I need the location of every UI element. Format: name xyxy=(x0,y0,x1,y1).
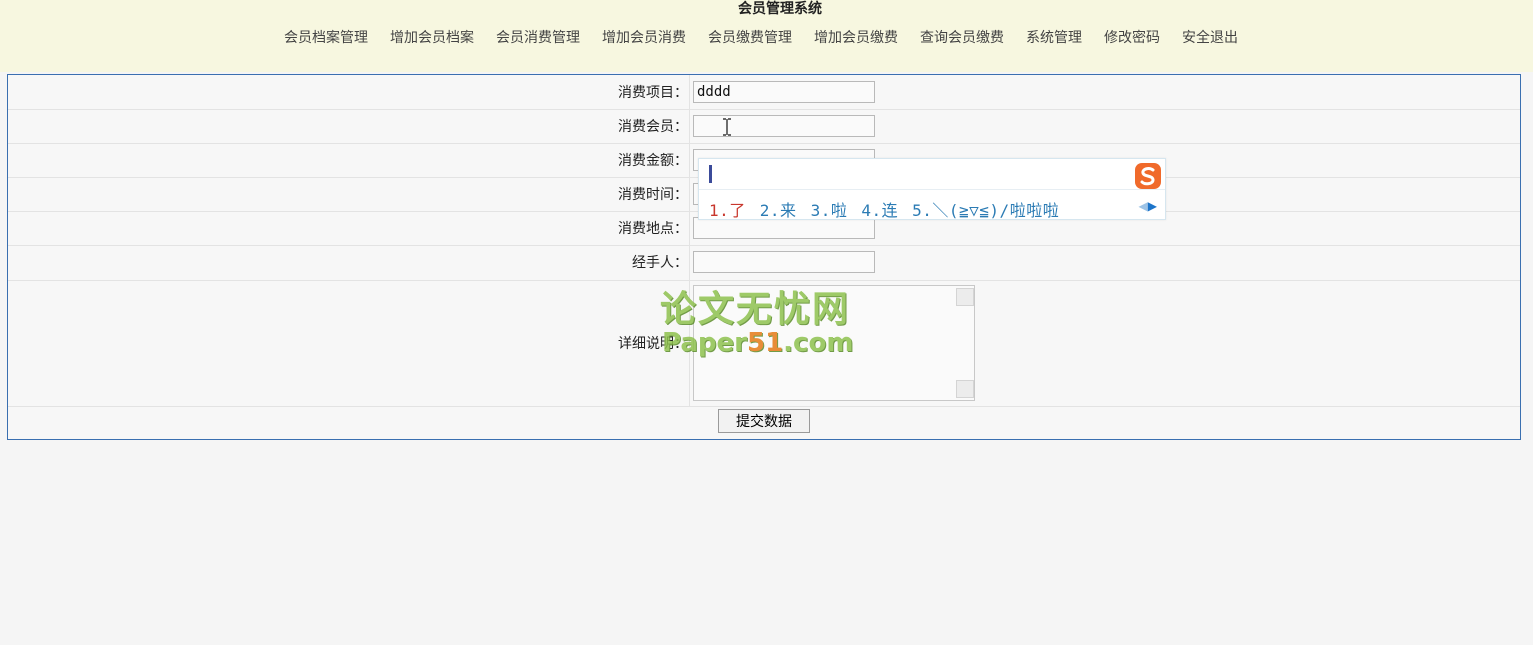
nav-add-member-record[interactable]: 增加会员档案 xyxy=(390,28,474,48)
form-row-item: 消费项目： dddd xyxy=(8,75,1520,110)
ime-caret xyxy=(709,165,712,183)
consumption-form: 消费项目： dddd 消费会员： 消费金额： 消费时间： 消费地点： 经手人： … xyxy=(7,74,1521,440)
field-label-member: 消费会员： xyxy=(618,119,688,135)
field-label-handler: 经手人： xyxy=(632,255,688,271)
app-title: 会员管理系统 xyxy=(738,1,822,17)
ime-candidate-window: 1.了 2.来 3.啦 4.连 5.＼(≧▽≦)/啦啦啦 ◀▶ xyxy=(698,158,1166,220)
sogou-logo-icon xyxy=(1135,163,1161,189)
ime-divider xyxy=(699,189,1165,190)
field-label-time: 消费时间： xyxy=(618,187,688,203)
nav-query-member-payment[interactable]: 查询会员缴费 xyxy=(920,28,1004,48)
nav-member-records[interactable]: 会员档案管理 xyxy=(284,28,368,48)
detail-textarea[interactable] xyxy=(693,285,975,401)
ime-candidate-2[interactable]: 2.来 xyxy=(760,201,797,220)
field-label-detail: 详细说明： xyxy=(618,336,688,352)
submit-button[interactable]: 提交数据 xyxy=(718,409,810,433)
ime-candidate-3[interactable]: 3.啦 xyxy=(811,201,848,220)
nav-member-payment[interactable]: 会员缴费管理 xyxy=(708,28,792,48)
nav-logout[interactable]: 安全退出 xyxy=(1182,28,1238,48)
form-row-handler: 经手人： xyxy=(8,245,1520,281)
ime-next-icon[interactable]: ▶ xyxy=(1148,199,1157,213)
main-nav: 会员档案管理 增加会员档案 会员消费管理 增加会员消费 会员缴费管理 增加会员缴… xyxy=(284,28,1260,48)
field-label-item: 消费项目： xyxy=(618,85,688,101)
ime-prev-icon[interactable]: ◀ xyxy=(1139,199,1148,213)
scroll-up-button[interactable] xyxy=(956,288,974,306)
handler-input[interactable] xyxy=(693,251,875,273)
field-label-amount: 消费金额： xyxy=(618,153,688,169)
field-label-location: 消费地点： xyxy=(618,221,688,237)
item-input[interactable]: dddd xyxy=(693,81,875,103)
nav-add-member-consumption[interactable]: 增加会员消费 xyxy=(602,28,686,48)
nav-change-password[interactable]: 修改密码 xyxy=(1104,28,1160,48)
text-cursor-icon xyxy=(723,118,731,136)
ime-candidates: 1.了 2.来 3.啦 4.连 5.＼(≧▽≦)/啦啦啦 xyxy=(709,197,1073,221)
ime-candidate-5[interactable]: 5.＼(≧▽≦)/啦啦啦 xyxy=(912,201,1059,220)
scroll-down-button[interactable] xyxy=(956,380,974,398)
ime-page-arrows[interactable]: ◀▶ xyxy=(1139,199,1157,213)
nav-add-member-payment[interactable]: 增加会员缴费 xyxy=(814,28,898,48)
nav-system-management[interactable]: 系统管理 xyxy=(1026,28,1082,48)
header: 会员管理系统 会员档案管理 增加会员档案 会员消费管理 增加会员消费 会员缴费管… xyxy=(0,0,1533,72)
member-input[interactable] xyxy=(693,115,875,137)
ime-candidate-1[interactable]: 1.了 xyxy=(709,201,746,220)
form-row-member: 消费会员： xyxy=(8,109,1520,144)
nav-member-consumption[interactable]: 会员消费管理 xyxy=(496,28,580,48)
ime-candidate-4[interactable]: 4.连 xyxy=(861,201,898,220)
